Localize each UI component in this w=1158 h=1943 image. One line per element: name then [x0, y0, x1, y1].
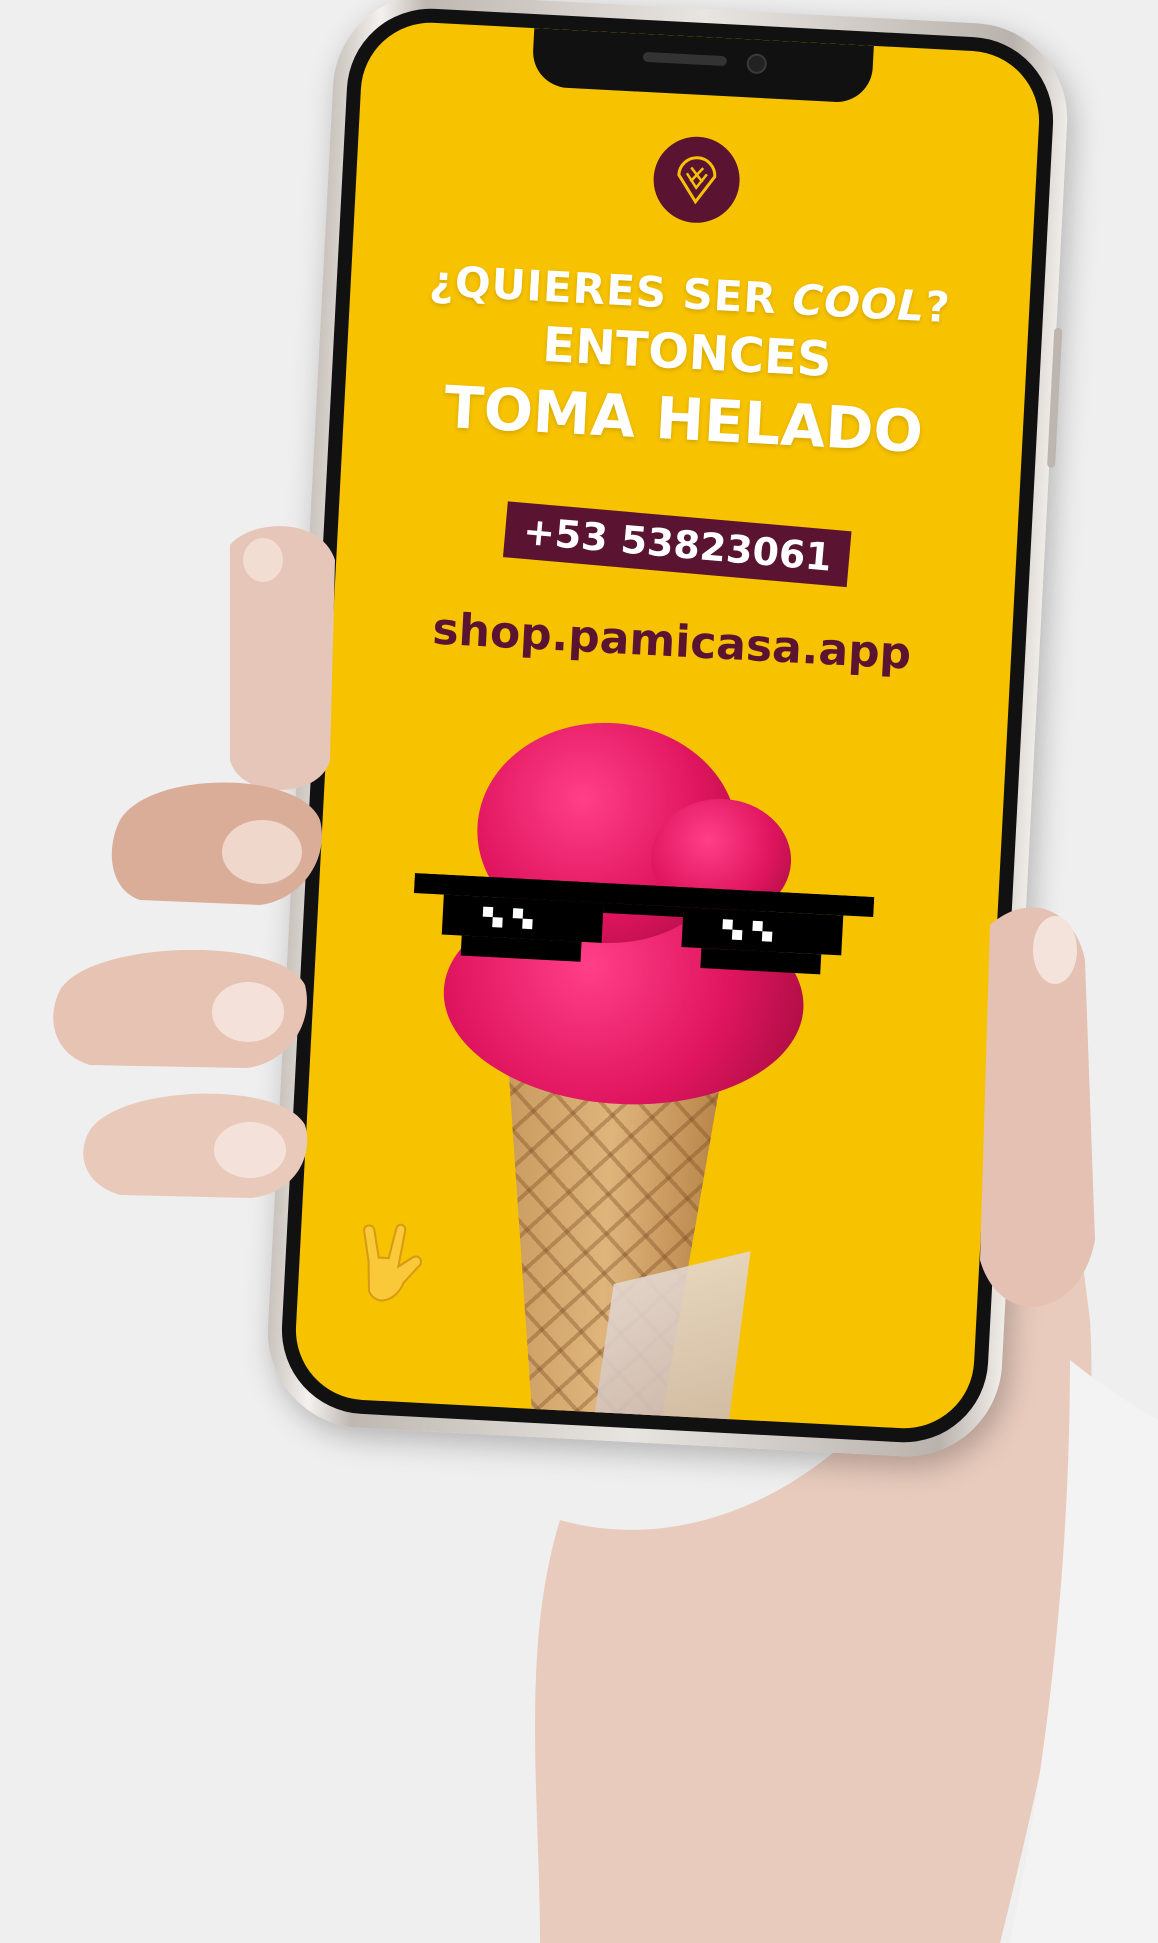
- scene: ¿QUIERES SER COOL? ENTONCES TOMA HELADO …: [0, 0, 1158, 1943]
- hand-fingers: [53, 526, 1095, 1307]
